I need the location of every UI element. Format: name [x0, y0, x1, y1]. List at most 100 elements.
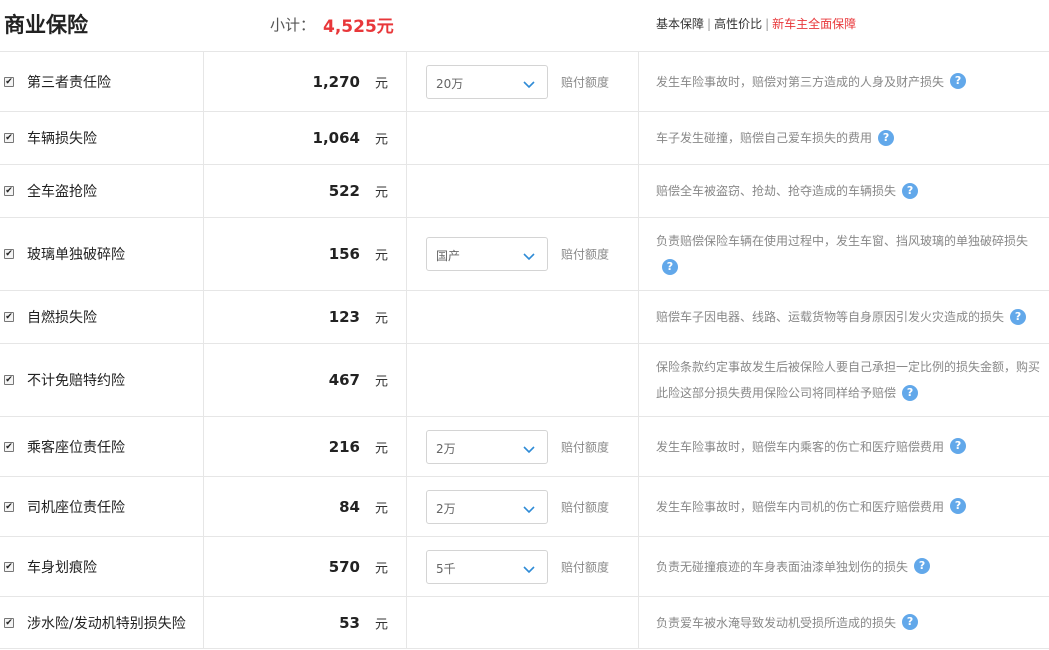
help-icon[interactable]: ?: [950, 498, 967, 514]
coverage-name: 涉水险/发动机特别损失险: [27, 615, 186, 632]
table-row: ✔ 玻璃单独破碎险 156 元 国产 赔付额度 负责赔偿保险车辆在使用过程中，发生车窗、挡风…: [0, 218, 1049, 291]
coverage-checkbox[interactable]: ✔: [4, 312, 14, 322]
coverage-description-text: 赔偿全车被盗窃、抢劫、抢夺造成的车辆损失: [656, 184, 897, 198]
coverage-limit-cell: 2万 赔付额度: [407, 417, 639, 476]
help-icon[interactable]: ?: [662, 258, 678, 275]
coverage-checkbox[interactable]: ✔: [4, 375, 14, 385]
page-title: 商业保险: [4, 13, 88, 37]
limit-select[interactable]: 20万: [426, 64, 548, 99]
coverage-price: 216: [328, 437, 360, 456]
coverage-price-cell: 84 元: [204, 477, 407, 536]
coverage-limit-cell: 5千 赔付额度: [407, 537, 639, 596]
coverage-name-cell: ✔ 司机座位责任险: [0, 477, 204, 536]
coverage-checkbox[interactable]: ✔: [4, 249, 14, 259]
help-icon[interactable]: ?: [950, 73, 967, 89]
coverage-desc-cell: 保险条款约定事故发生后被保险人要自己承担一定比例的损失金额，购买此险这部分损失费…: [639, 344, 1049, 416]
limit-select-value: 5千: [436, 561, 456, 576]
coverage-name: 乘客座位责任险: [27, 439, 125, 456]
limit-select[interactable]: 2万: [426, 489, 548, 524]
currency-unit: 元: [375, 311, 389, 327]
table-row: ✔ 全车盗抢险 522 元 赔偿全车被盗窃、抢劫、抢夺造成的车辆损失?: [0, 165, 1049, 218]
limit-select[interactable]: 2万: [426, 429, 548, 464]
coverage-price: 570: [328, 557, 360, 576]
coverage-name: 玻璃单独破碎险: [27, 247, 125, 263]
help-icon[interactable]: ?: [1010, 308, 1027, 325]
coverage-price-cell: 1,064 元: [204, 112, 407, 164]
coverage-checkbox[interactable]: ✔: [4, 617, 14, 628]
chevron-down-icon: [522, 76, 536, 90]
coverage-price-cell: 467 元: [204, 344, 407, 416]
coverage-desc-cell: 发生车险事故时，赔偿车内乘客的伤亡和医疗赔偿费用?: [639, 417, 1049, 476]
coverage-description: 赔偿全车被盗窃、抢劫、抢夺造成的车辆损失?: [656, 178, 1049, 204]
coverage-description-text: 负责爱车被水淹导致发动机受损所造成的损失: [656, 615, 897, 630]
coverage-name: 自燃损失险: [27, 310, 97, 326]
limit-label: 赔付额度: [561, 440, 610, 454]
coverage-checkbox[interactable]: ✔: [4, 133, 14, 143]
coverage-name: 不计免赔特约险: [27, 373, 125, 389]
coverage-desc-cell: 赔偿全车被盗窃、抢劫、抢夺造成的车辆损失?: [639, 165, 1049, 217]
help-icon[interactable]: ?: [902, 614, 919, 630]
section-header: 商业保险 小计： 4,525元 基本保障 | 高性价比 | 新车主全面保障: [0, 0, 1049, 52]
coverage-name: 第三者责任险: [27, 74, 111, 91]
chevron-down-icon: [522, 501, 536, 515]
coverage-price: 522: [328, 182, 360, 200]
coverage-desc-cell: 车子发生碰撞，赔偿自己爱车损失的费用?: [639, 112, 1049, 164]
coverage-price-cell: 570 元: [204, 537, 407, 596]
currency-unit: 元: [375, 374, 389, 390]
coverage-description: 负责爱车被水淹导致发动机受损所造成的损失?: [656, 610, 1049, 636]
coverage-desc-cell: 负责赔偿保险车辆在使用过程中，发生车窗、挡风玻璃的单独破碎损失?: [639, 218, 1049, 290]
currency-unit: 元: [375, 501, 389, 516]
coverage-name-cell: ✔ 涉水险/发动机特别损失险: [0, 597, 204, 648]
coverage-price: 1,270: [312, 72, 360, 91]
coverage-price: 467: [328, 371, 360, 389]
coverage-description-text: 负责赔偿保险车辆在使用过程中，发生车窗、挡风玻璃的单独破碎损失: [656, 234, 1029, 248]
coverage-description: 负责无碰撞痕迹的车身表面油漆单独划伤的损失?: [656, 554, 1049, 580]
coverage-checkbox[interactable]: ✔: [4, 561, 14, 572]
coverage-name-cell: ✔ 乘客座位责任险: [0, 417, 204, 476]
help-icon[interactable]: ?: [902, 384, 919, 401]
subtotal-value: 4,525元: [323, 17, 394, 37]
coverage-price: 53: [339, 613, 360, 632]
plan-full-link[interactable]: 新车主全面保障: [772, 17, 856, 31]
coverage-desc-cell: 负责爱车被水淹导致发动机受损所造成的损失?: [639, 597, 1049, 648]
table-row: ✔ 车身划痕险 570 元 5千 赔付额度 负责无碰撞痕迹的车身表面油漆单独划伤的损失?: [0, 537, 1049, 597]
limit-select[interactable]: 国产: [426, 237, 548, 271]
chevron-down-icon: [522, 248, 536, 262]
coverage-desc-cell: 发生车险事故时，赔偿车内司机的伤亡和医疗赔偿费用?: [639, 477, 1049, 536]
coverage-checkbox[interactable]: ✔: [4, 76, 14, 87]
coverage-checkbox[interactable]: ✔: [4, 186, 14, 196]
limit-select-value: 国产: [436, 249, 461, 263]
limit-select[interactable]: 5千: [426, 549, 548, 584]
limit-select-value: 2万: [436, 441, 456, 456]
limit-select-value: 20万: [436, 76, 464, 91]
coverage-description-text: 发生车险事故时，赔偿车内乘客的伤亡和医疗赔偿费用: [656, 439, 945, 454]
table-row: ✔ 不计免赔特约险 467 元 保险条款约定事故发生后被保险人要自己承担一定比例的损失金…: [0, 344, 1049, 417]
coverage-limit-cell: 20万 赔付额度: [407, 52, 639, 111]
help-icon[interactable]: ?: [878, 129, 895, 146]
coverage-description-text: 发生车险事故时，赔偿车内司机的伤亡和医疗赔偿费用: [656, 499, 945, 514]
help-icon[interactable]: ?: [914, 558, 931, 574]
coverage-description: 保险条款约定事故发生后被保险人要自己承担一定比例的损失金额，购买此险这部分损失费…: [656, 354, 1049, 406]
plan-basic-link[interactable]: 基本保障: [656, 17, 704, 31]
plan-value-link[interactable]: 高性价比: [714, 17, 762, 31]
coverage-checkbox[interactable]: ✔: [4, 501, 14, 512]
coverage-price-cell: 53 元: [204, 597, 407, 648]
coverage-name: 全车盗抢险: [27, 184, 97, 200]
currency-unit: 元: [375, 248, 389, 264]
help-icon[interactable]: ?: [950, 438, 967, 454]
coverage-name: 车身划痕险: [27, 559, 97, 576]
currency-unit: 元: [375, 76, 389, 91]
help-icon[interactable]: ?: [902, 182, 919, 199]
chevron-down-icon: [522, 561, 536, 575]
coverage-name-cell: ✔ 全车盗抢险: [0, 165, 204, 217]
coverage-desc-cell: 发生车险事故时，赔偿对第三方造成的人身及财产损失?: [639, 52, 1049, 111]
coverage-price: 123: [328, 308, 360, 326]
currency-unit: 元: [375, 441, 389, 456]
coverage-price-cell: 522 元: [204, 165, 407, 217]
coverage-price: 84: [339, 497, 360, 516]
table-row: ✔ 乘客座位责任险 216 元 2万 赔付额度 发生车险事故时，赔偿车内乘客的伤亡和医疗赔偿…: [0, 417, 1049, 477]
coverage-limit-cell: 国产 赔付额度: [407, 218, 639, 290]
limit-label: 赔付额度: [561, 560, 610, 574]
table-row: ✔ 第三者责任险 1,270 元 20万 赔付额度 发生车险事故时，赔偿对第三方造成的人身及…: [0, 52, 1049, 112]
coverage-checkbox[interactable]: ✔: [4, 441, 14, 452]
